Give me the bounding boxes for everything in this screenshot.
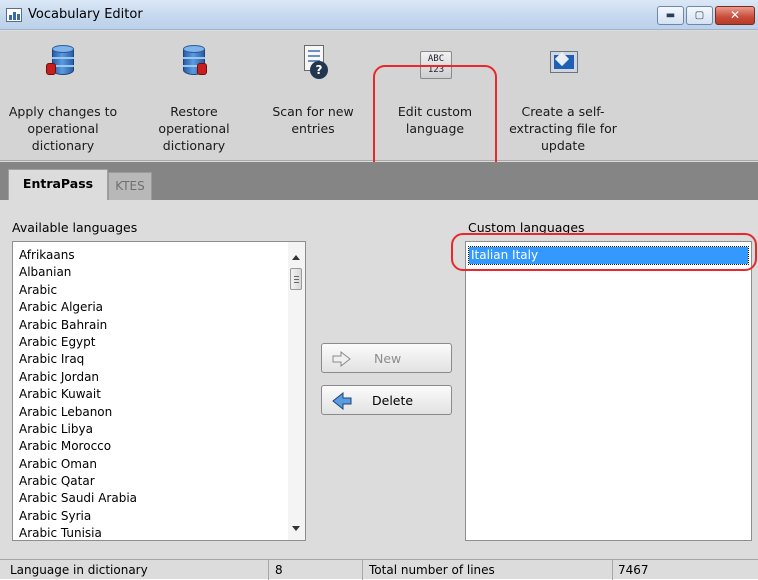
line-count-label: Total number of lines [369,563,495,577]
app-icon [6,8,22,22]
language-count-value: 8 [275,563,283,577]
delete-button-label: Delete [372,393,414,408]
scan-entries-button[interactable]: ? Scan for new entries [254,43,372,155]
apply-changes-label-3: dictionary [31,138,95,153]
toolbar: Apply changes to operational dictionary … [0,31,758,174]
scroll-thumb[interactable] [290,268,302,290]
self-extract-label-2: extracting file for [509,121,617,136]
list-item[interactable]: Arabic Syria [19,508,287,525]
self-extract-label-1: Create a self- [521,104,605,119]
apply-changes-label-2: operational [27,121,99,136]
maximize-button[interactable]: ▢ [686,6,713,25]
available-languages-label: Available languages [12,220,138,235]
tab-ktes[interactable]: KTES [108,172,152,200]
available-list-scrollbar[interactable] [288,242,305,540]
database-restore-icon [179,45,209,81]
self-extract-label-3: update [540,138,586,153]
list-item[interactable]: Arabic Libya [19,421,287,438]
restore-label-3: dictionary [162,138,226,153]
restore-dictionary-button[interactable]: Restore operational dictionary [135,43,253,155]
restore-label-2: operational [158,121,230,136]
window-title: Vocabulary Editor [28,7,143,22]
scroll-up-icon[interactable] [292,255,300,260]
list-item[interactable]: Arabic Egypt [19,334,287,351]
vocabulary-editor-window: Vocabulary Editor ▬ ▢ ✕ Apply changes to… [0,0,758,580]
list-item[interactable]: Arabic Lebanon [19,404,287,421]
arrow-right-icon [332,351,351,367]
scan-label-2: entries [291,121,335,136]
list-item[interactable]: Arabic Bahrain [19,317,287,334]
line-count-value: 7467 [618,563,649,577]
status-bar: Language in dictionary 8 Total number of… [0,559,758,580]
list-item[interactable]: Arabic Kuwait [19,386,287,403]
languages-panel: Available languages Custom languages Afr… [0,200,758,547]
tab-entrapass[interactable]: EntraPass [8,169,108,200]
apply-changes-button[interactable]: Apply changes to operational dictionary [4,43,122,155]
database-apply-icon [46,45,78,81]
apply-changes-label-1: Apply changes to [8,104,118,119]
list-item[interactable]: Arabic Jordan [19,369,287,386]
tab-strip: EntraPass KTES [0,162,758,200]
available-languages-list[interactable]: Afrikaans Albanian Arabic Arabic Algeria… [12,241,306,541]
arrow-left-icon [332,392,352,410]
list-item[interactable]: Arabic Oman [19,456,287,473]
list-item[interactable]: Arabic Tunisia [19,525,287,542]
custom-language-highlight-ring [451,233,757,271]
close-button[interactable]: ✕ [715,6,755,25]
list-item[interactable]: Arabic Algeria [19,299,287,316]
scan-label-1: Scan for new [272,104,354,119]
custom-languages-list[interactable]: Italian Italy [465,241,752,541]
scroll-down-icon[interactable] [292,526,300,531]
list-item[interactable]: Albanian [19,264,287,281]
list-item[interactable]: Afrikaans [19,247,287,264]
monitor-export-icon [548,45,578,81]
list-item[interactable]: Arabic Iraq [19,351,287,368]
minimize-button[interactable]: ▬ [657,6,684,25]
list-item[interactable]: Arabic [19,282,287,299]
delete-button[interactable]: Delete [321,385,452,415]
title-bar[interactable]: Vocabulary Editor ▬ ▢ ✕ [0,0,758,30]
language-count-label: Language in dictionary [10,563,148,577]
new-button[interactable]: New [321,343,452,373]
list-item[interactable]: Arabic Saudi Arabia [19,490,287,507]
new-button-label: New [374,351,402,366]
create-self-extracting-button[interactable]: Create a self- extracting file for updat… [504,43,622,155]
list-item[interactable]: Arabic Morocco [19,438,287,455]
scan-entries-icon: ? [298,45,328,81]
restore-label-1: Restore [170,104,218,119]
edit-custom-highlight-ring [373,65,497,174]
list-item[interactable]: Arabic Qatar [19,473,287,490]
